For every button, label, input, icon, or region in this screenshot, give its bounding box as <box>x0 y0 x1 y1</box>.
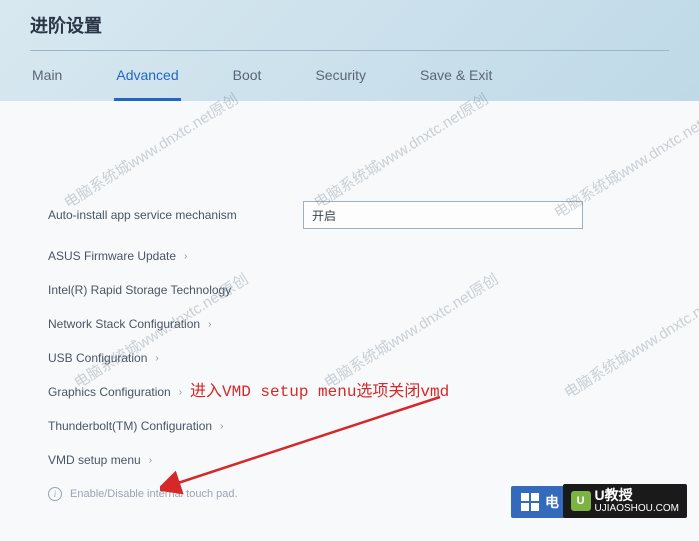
annotation-text: 进入VMD setup menu选项关闭vmd <box>190 377 449 401</box>
menu-intel-rst[interactable]: Intel(R) Rapid Storage Technology <box>48 283 651 297</box>
setting-auto-service: Auto-install app service mechanism 开启 <box>48 201 651 229</box>
brand-logo: U U教授 UJIAOSHOU.COM <box>563 484 687 518</box>
menu-usb-config[interactable]: USB Configuration › <box>48 351 651 365</box>
menu-network-stack[interactable]: Network Stack Configuration › <box>48 317 651 331</box>
brand-blue-text: 电 <box>545 492 559 512</box>
setting-value-select[interactable]: 开启 <box>303 201 583 229</box>
tab-boot[interactable]: Boot <box>231 63 264 87</box>
tabs-bar: Main Advanced Boot Security Save & Exit <box>30 51 669 101</box>
tab-advanced[interactable]: Advanced <box>114 63 180 87</box>
brand-logo-blue: 电 <box>511 486 569 518</box>
menu-vmd-setup[interactable]: VMD setup menu › <box>48 453 651 467</box>
menu-label: USB Configuration <box>48 351 147 365</box>
tab-main[interactable]: Main <box>30 63 64 87</box>
chevron-right-icon: › <box>184 251 187 262</box>
menu-label: ASUS Firmware Update <box>48 249 176 263</box>
brand-main: U教授 <box>595 488 679 503</box>
chevron-right-icon: › <box>208 319 211 330</box>
menu-thunderbolt-config[interactable]: Thunderbolt(TM) Configuration › <box>48 419 651 433</box>
menu-label: Thunderbolt(TM) Configuration <box>48 419 212 433</box>
chevron-right-icon: › <box>149 455 152 466</box>
brand-sub: UJIAOSHOU.COM <box>595 503 679 514</box>
brand-u-icon: U <box>571 491 591 511</box>
info-icon: i <box>48 487 62 501</box>
tab-security[interactable]: Security <box>313 63 368 87</box>
menu-label: VMD setup menu <box>48 453 141 467</box>
menu-label: Network Stack Configuration <box>48 317 200 331</box>
menu-asus-firmware[interactable]: ASUS Firmware Update › <box>48 249 651 263</box>
page-title: 进阶设置 <box>30 12 669 51</box>
chevron-right-icon: › <box>155 353 158 364</box>
tab-save-exit[interactable]: Save & Exit <box>418 63 494 87</box>
menu-label: Intel(R) Rapid Storage Technology <box>48 283 231 297</box>
chevron-right-icon: › <box>179 387 182 398</box>
menu-label: Graphics Configuration <box>48 385 171 399</box>
chevron-right-icon: › <box>220 421 223 432</box>
grid-icon <box>521 493 539 511</box>
hint-text: Enable/Disable internal touch pad. <box>70 488 238 500</box>
setting-label: Auto-install app service mechanism <box>48 208 303 222</box>
